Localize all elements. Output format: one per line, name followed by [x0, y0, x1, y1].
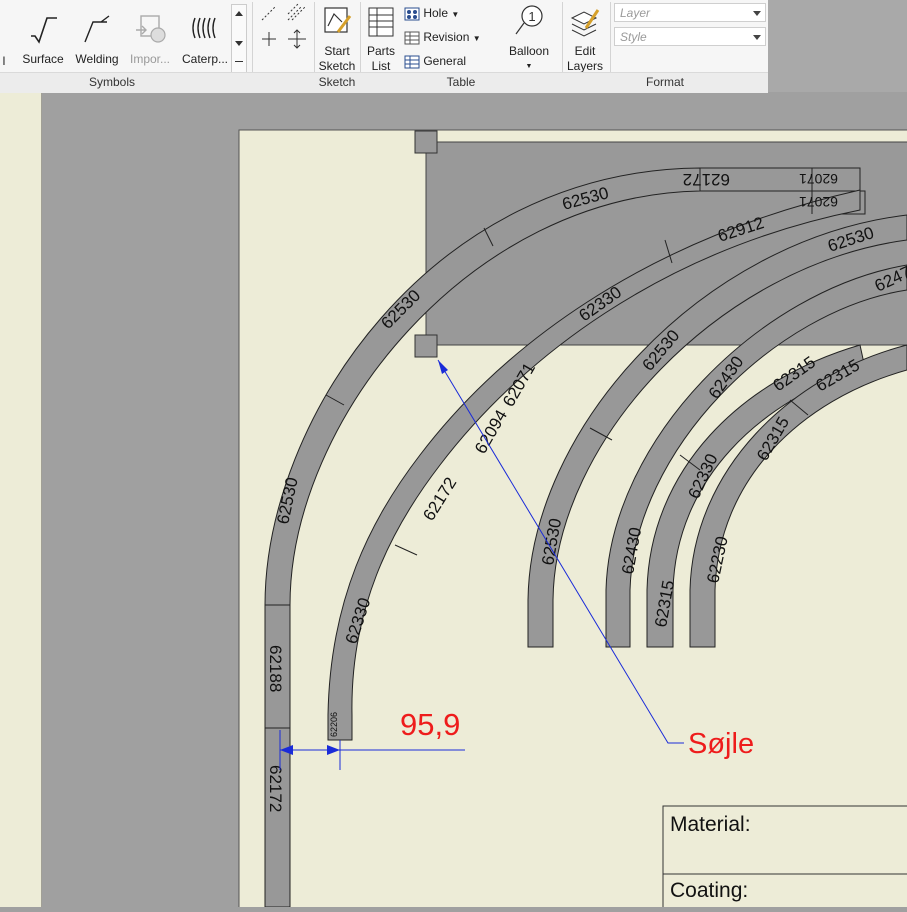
layer-dropdown[interactable]: Layer	[614, 3, 766, 22]
edit-layers-label-1: Edit	[574, 44, 596, 58]
parts-list-button[interactable]: Parts List	[362, 4, 400, 74]
track-label: 62071	[799, 171, 838, 187]
track-label: 62172	[683, 170, 730, 189]
ribbon-empty-area	[768, 0, 907, 92]
sketch-mini-tools	[258, 2, 312, 52]
surface-texture-icon	[31, 17, 57, 44]
surface-label: Surface	[22, 52, 64, 66]
gallery-expand-icon[interactable]	[235, 61, 243, 62]
import-icon	[136, 15, 166, 43]
drawing-canvas[interactable]: 62172 62071 62071 62530 62912 62530 6253…	[0, 93, 907, 912]
welding-label: Welding	[75, 52, 119, 66]
welding-symbol-icon	[84, 15, 110, 43]
leader-note[interactable]: Søjle	[688, 728, 754, 760]
revision-label: Revision	[423, 30, 470, 44]
line-tool-icon[interactable]	[261, 5, 277, 21]
title-block[interactable]: Material: Coating:	[662, 805, 907, 912]
import-label: Impor...	[129, 52, 170, 66]
revision-table-icon	[404, 31, 420, 45]
balloon-button[interactable]: 1 Balloon ▼	[504, 4, 554, 74]
track-label: 62172	[266, 765, 285, 812]
material-label: Material:	[670, 813, 751, 836]
style-dropdown[interactable]: Style	[614, 27, 766, 46]
chevron-down-icon	[753, 11, 761, 16]
balloon-icon: 1	[515, 5, 543, 35]
scroll-up-icon[interactable]	[235, 11, 243, 16]
ribbon-partial-item[interactable]: l	[0, 54, 8, 69]
column-top[interactable]	[414, 130, 438, 154]
style-placeholder: Style	[620, 30, 647, 44]
hole-label: Hole	[423, 6, 449, 20]
sketch-group-title: Sketch	[318, 75, 356, 89]
balloon-label: Balloon	[508, 44, 550, 58]
drawing-svg: 62172 62071 62071 62530 62912 62530 6253…	[0, 93, 907, 912]
general-table-icon	[404, 55, 420, 69]
symbols-group-title: Symbols	[88, 75, 135, 89]
start-sketch-button[interactable]: Start Sketch	[316, 4, 358, 74]
layer-placeholder: Layer	[620, 6, 651, 20]
table-group-title: Table	[446, 75, 476, 89]
general-label: General	[423, 54, 467, 68]
track-label: 62071	[799, 194, 838, 210]
caterpillar-icon	[192, 17, 216, 39]
caterpillar-tool[interactable]: Caterp...	[178, 8, 232, 67]
start-sketch-label-1: Start	[324, 44, 350, 58]
track-label: 62188	[266, 645, 285, 692]
coating-label: Coating:	[670, 879, 748, 902]
parts-list-label-1: Parts	[366, 44, 395, 58]
surface-tool[interactable]: Surface	[16, 8, 70, 67]
hole-table-icon	[404, 7, 420, 21]
hatch-tool-icon[interactable]	[287, 3, 307, 21]
hole-table-button[interactable]: Hole ▼	[404, 6, 459, 22]
previous-sheet[interactable]	[0, 93, 42, 907]
column-bottom[interactable]	[414, 334, 438, 358]
caterpillar-label: Caterp...	[181, 52, 229, 66]
edit-layers-icon	[570, 9, 600, 37]
general-table-button[interactable]: General	[404, 54, 466, 69]
start-sketch-icon	[324, 7, 352, 33]
parts-list-icon	[368, 7, 394, 37]
track-label: 62206	[329, 712, 339, 737]
revision-table-button[interactable]: Revision ▼	[404, 30, 481, 46]
format-group-title: Format	[645, 75, 684, 89]
chevron-down-icon: ▼	[451, 10, 460, 19]
chevron-down-icon	[753, 35, 761, 40]
symbols-gallery-scroll[interactable]	[231, 4, 247, 74]
edit-layers-button[interactable]: Edit Layers	[564, 4, 606, 74]
center-pattern-icon[interactable]	[288, 29, 306, 49]
scroll-down-icon[interactable]	[235, 41, 243, 46]
ribbon: l Surface Welding Impor... Caterp... Sta…	[0, 0, 768, 93]
import-tool[interactable]: Impor...	[124, 8, 176, 67]
welding-tool[interactable]: Welding	[72, 8, 122, 67]
balloon-number: 1	[528, 9, 535, 24]
center-mark-icon[interactable]	[262, 32, 276, 46]
dimension-value[interactable]: 95,9	[400, 707, 460, 742]
chevron-down-icon: ▼	[472, 34, 481, 43]
